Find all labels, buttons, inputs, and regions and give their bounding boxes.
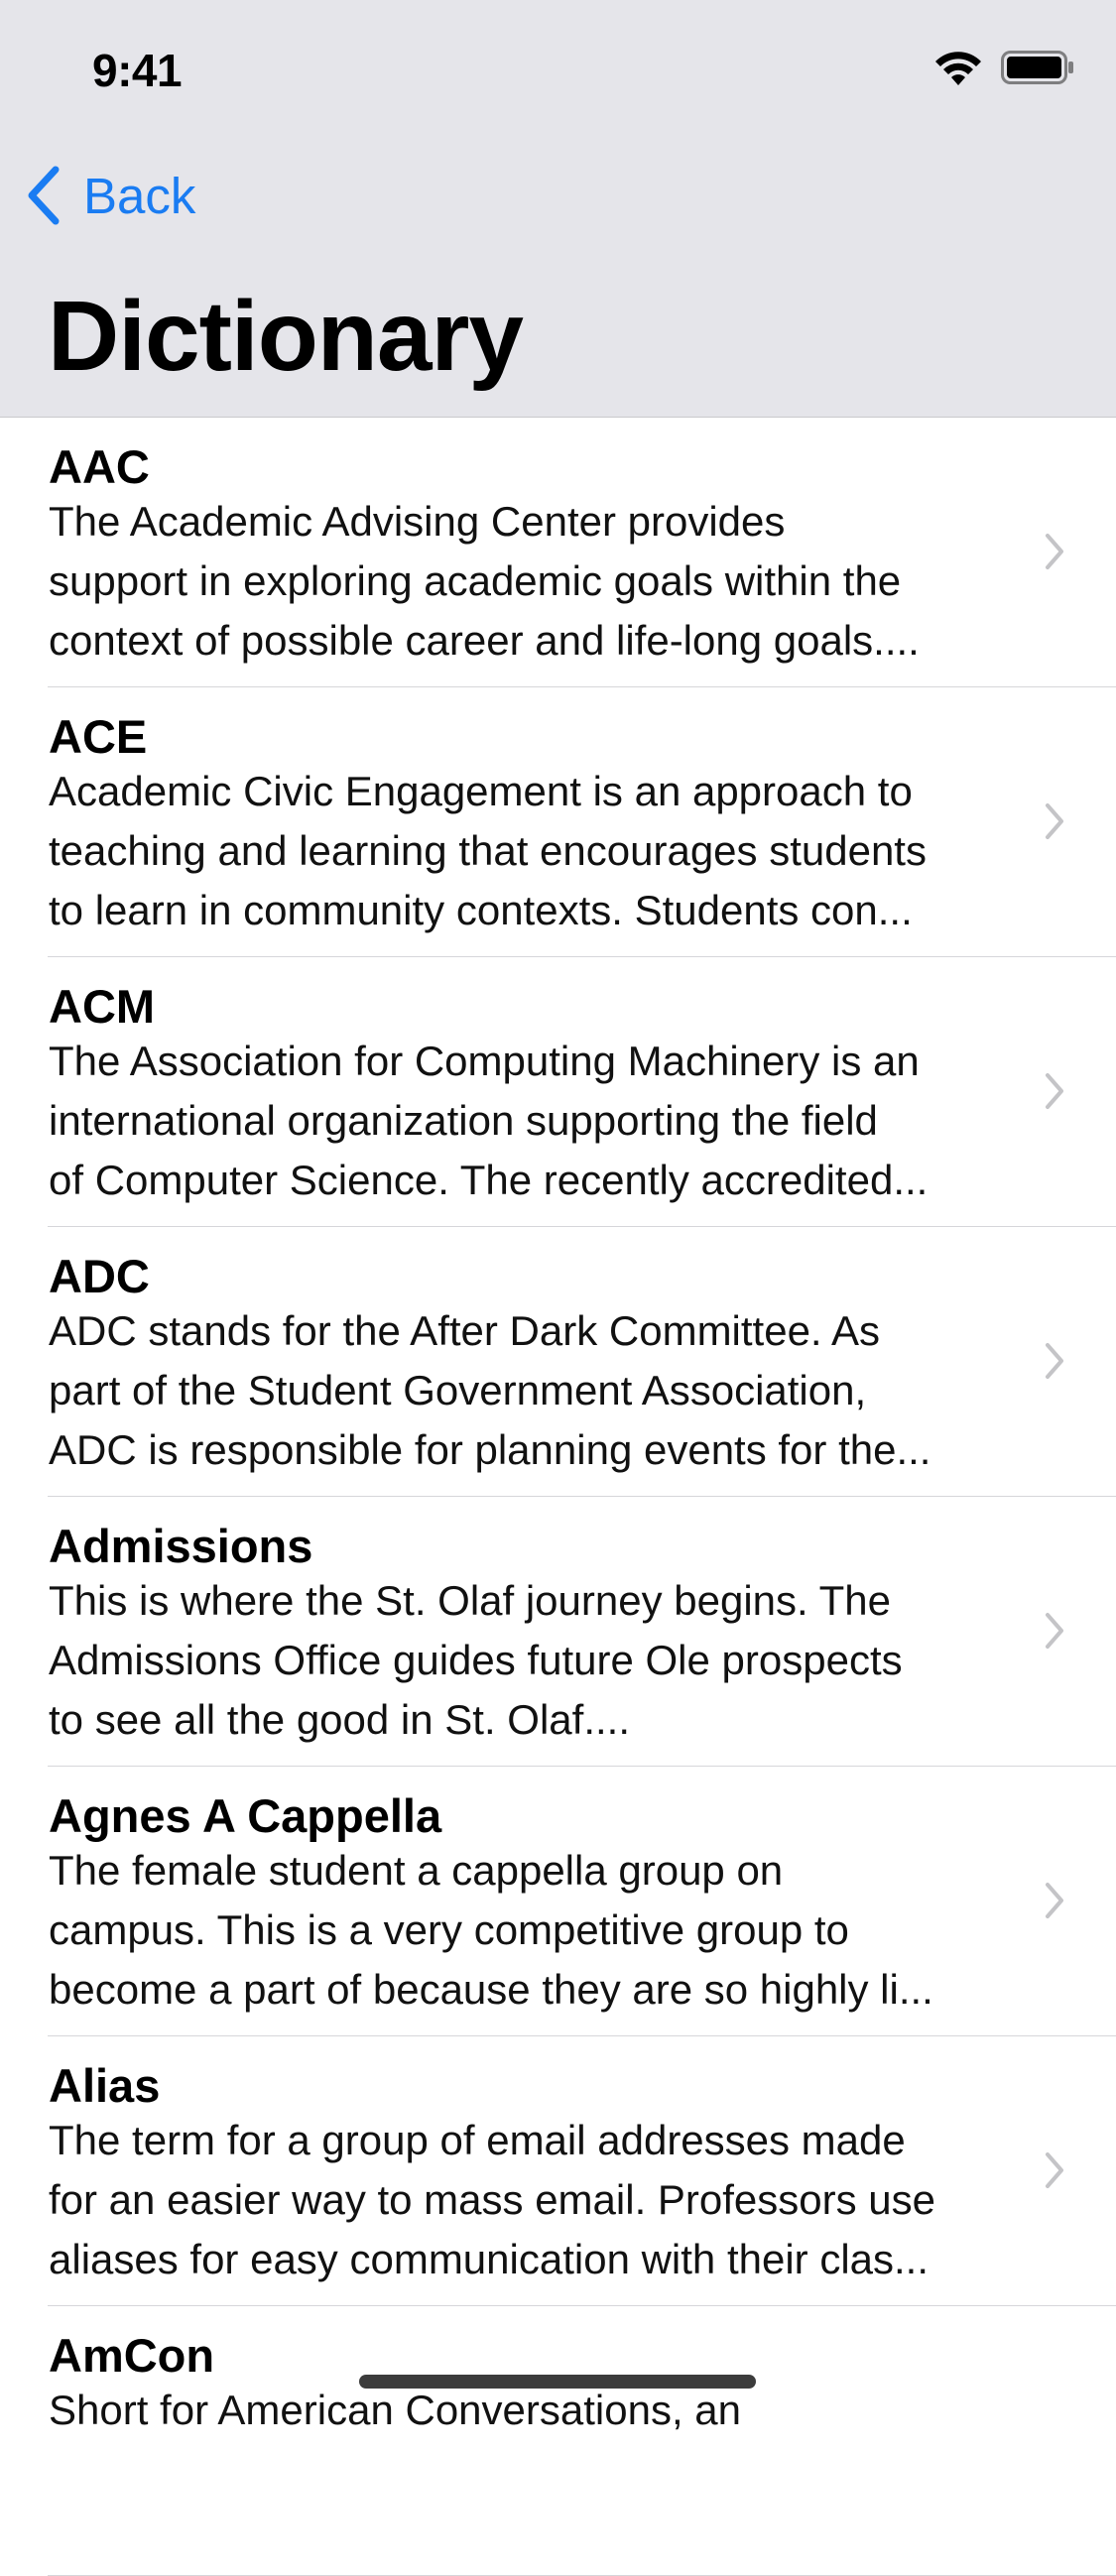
entry-title: AAC [49, 440, 150, 493]
chevron-right-icon [1046, 534, 1063, 569]
chevron-right-icon [1046, 2152, 1063, 2188]
chevron-right-icon [1046, 1073, 1063, 1109]
entry-title: Agnes A Cappella [49, 1789, 442, 1842]
battery-icon [1001, 51, 1073, 84]
list-item[interactable]: Admissions This is where the St. Olaf jo… [48, 1497, 1116, 1767]
chevron-right-icon [1046, 1613, 1063, 1649]
entry-description: The Academic Advising Center provides sup… [49, 498, 920, 664]
entry-description: This is where the St. Olaf journey begin… [49, 1577, 903, 1743]
dictionary-list: AAC The Academic Advising Center provide… [0, 418, 1116, 2576]
list-item[interactable]: ACE Academic Civic Engagement is an appr… [48, 687, 1116, 957]
wifi-icon [935, 52, 981, 85]
page-title: Dictionary [48, 281, 524, 392]
entry-title: AmCon [49, 2329, 215, 2382]
entry-title: Admissions [49, 1520, 313, 1572]
list-item[interactable]: AmCon Short for American Conversations, … [48, 2306, 1116, 2576]
list-item[interactable]: AAC The Academic Advising Center provide… [48, 418, 1116, 687]
entry-description: The female student a cappella group on ca… [49, 1847, 933, 2013]
entry-title: Alias [49, 2059, 161, 2112]
status-time: 9:41 [92, 45, 183, 96]
entry-description: The Association for Computing Machinery … [49, 1038, 929, 1203]
back-label: Back [83, 167, 196, 224]
list-item[interactable]: ADC ADC stands for the After Dark Commit… [48, 1227, 1116, 1497]
entry-description: Academic Civic Engagement is an approach… [49, 768, 927, 933]
status-bar: 9:41 [0, 0, 1116, 139]
entry-description: Short for American Conversations, an [49, 2387, 742, 2433]
entry-description: ADC stands for the After Dark Committee.… [49, 1307, 931, 1473]
list-item[interactable]: Alias The term for a group of email addr… [48, 2036, 1116, 2306]
chevron-right-icon [1046, 1883, 1063, 1918]
entry-title: ADC [49, 1250, 150, 1302]
list-item[interactable]: Agnes A Cappella The female student a ca… [48, 1767, 1116, 2036]
entry-description: The term for a group of email addresses … [49, 2117, 936, 2282]
back-button[interactable]: Back [24, 164, 195, 227]
list-item[interactable]: ACM The Association for Computing Machin… [48, 957, 1116, 1227]
chevron-left-icon [28, 166, 60, 225]
home-indicator[interactable] [359, 2375, 756, 2389]
entry-title: ACM [49, 980, 156, 1033]
chevron-right-icon [1046, 803, 1063, 839]
navigation-header: 9:41 Back Dictionary [0, 0, 1116, 418]
chevron-right-icon [1046, 1343, 1063, 1379]
entry-title: ACE [49, 710, 148, 763]
